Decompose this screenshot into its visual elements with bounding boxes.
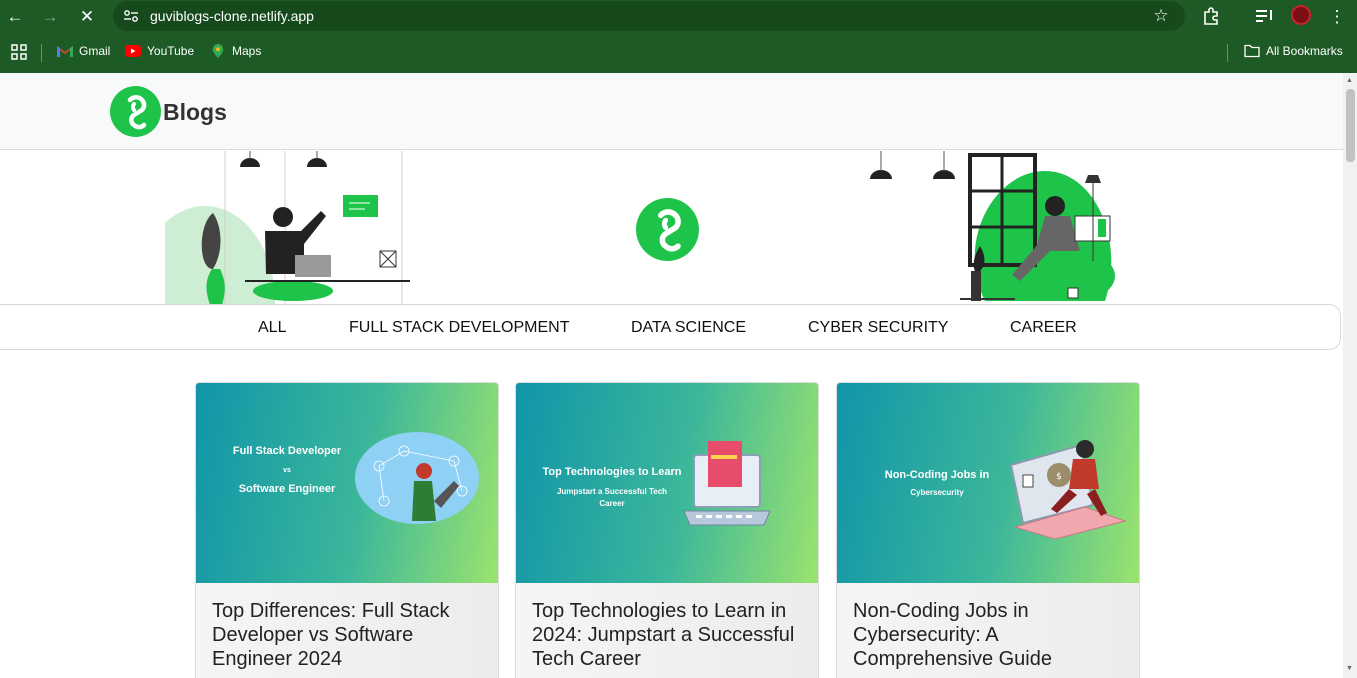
laptop-book-icon <box>683 441 771 526</box>
bookmark-youtube[interactable]: YouTube <box>125 44 194 58</box>
image-subline: Cybersecurity <box>910 488 964 497</box>
nav-item-cyber-security[interactable]: CYBER SECURITY <box>808 319 948 337</box>
reader-illustration <box>870 151 1115 301</box>
extensions-icon[interactable] <box>1201 7 1221 25</box>
blog-card-title[interactable]: Top Differences: Full Stack Developer vs… <box>212 599 492 671</box>
bookmarks-divider <box>1227 44 1228 62</box>
image-subline: vs <box>283 467 291 474</box>
nav-item-career[interactable]: CAREER <box>1010 319 1077 337</box>
site-settings-icon[interactable] <box>121 7 141 25</box>
image-headline: Top Technologies to Learn <box>542 466 682 478</box>
category-nav: ALL FULL STACK DEVELOPMENT DATA SCIENCE … <box>0 304 1341 350</box>
blog-card[interactable]: Full Stack Developer vs Software Enginee… <box>195 382 499 678</box>
bookmark-maps[interactable]: Maps <box>210 44 261 58</box>
apps-grid-icon[interactable] <box>9 43 29 61</box>
guvi-logo-icon[interactable] <box>110 86 161 137</box>
hacker-laptop-icon: $ <box>1009 440 1127 539</box>
folder-icon <box>1244 44 1260 58</box>
nav-item-all[interactable]: ALL <box>258 319 286 337</box>
stop-loading-icon[interactable]: ✕ <box>77 7 97 25</box>
scroll-up-arrow-icon[interactable]: ▲ <box>1346 77 1353 84</box>
youtube-icon <box>125 45 141 57</box>
all-bookmarks-button[interactable]: All Bookmarks <box>1244 44 1343 58</box>
nav-item-full-stack-development[interactable]: FULL STACK DEVELOPMENT <box>349 319 570 337</box>
star-bookmark-icon[interactable]: ☆ <box>1151 6 1171 24</box>
image-headline: Full Stack Developer <box>232 445 342 457</box>
center-logo-icon <box>636 198 699 261</box>
scroll-thumb[interactable] <box>1346 89 1355 162</box>
address-bar[interactable]: guviblogs-clone.netlify.app ☆ <box>113 1 1185 31</box>
forward-arrow-icon[interactable]: → <box>40 7 60 25</box>
page-viewport: Blogs ALL FULL STACK DEVELOPMENT DATA SC… <box>0 73 1343 678</box>
profile-avatar[interactable] <box>1291 5 1311 25</box>
blog-card[interactable]: Top Technologies to Learn Jumpstart a Su… <box>515 382 819 678</box>
image-subline: Career <box>599 499 625 508</box>
all-bookmarks-label: All Bookmarks <box>1266 44 1343 58</box>
bookmark-label: Maps <box>232 44 262 58</box>
blog-card-title[interactable]: Top Technologies to Learn in 2024: Jumps… <box>532 599 812 671</box>
bookmarks-bar: Gmail YouTube Maps All Bookmarks <box>0 33 1357 73</box>
blog-card[interactable]: Non-Coding Jobs in Cybersecurity $ Non-C… <box>836 382 1140 678</box>
blog-card-image[interactable]: Full Stack Developer vs Software Enginee… <box>196 383 498 583</box>
hero-banner <box>0 151 1343 305</box>
bookmarks-divider <box>41 44 42 62</box>
gmail-icon <box>57 46 73 57</box>
svg-text:$: $ <box>1056 472 1062 482</box>
site-header: Blogs <box>0 73 1343 150</box>
blog-card-image[interactable]: Non-Coding Jobs in Cybersecurity $ <box>837 383 1139 583</box>
maps-icon <box>212 44 224 58</box>
blog-card-body: Top Technologies to Learn in 2024: Jumps… <box>516 583 818 678</box>
url-text[interactable]: guviblogs-clone.netlify.app <box>150 8 314 24</box>
page-scrollbar[interactable]: ▲ ▼ <box>1343 73 1357 678</box>
blog-card-body: Top Differences: Full Stack Developer vs… <box>196 583 498 678</box>
image-headline: Non-Coding Jobs in <box>884 469 990 481</box>
blog-card-image[interactable]: Top Technologies to Learn Jumpstart a Su… <box>516 383 818 583</box>
blog-card-title[interactable]: Non-Coding Jobs in Cybersecurity: A Comp… <box>853 599 1133 671</box>
nav-item-data-science[interactable]: DATA SCIENCE <box>631 319 746 337</box>
browser-toolbar: ← → ✕ guviblogs-clone.netlify.app ☆ ⋮ <box>0 0 1357 33</box>
bookmark-gmail[interactable]: Gmail <box>57 44 110 58</box>
image-subline: Jumpstart a Successful Tech <box>556 487 668 496</box>
bookmark-label: Gmail <box>79 44 111 58</box>
logo-text[interactable]: Blogs <box>163 99 227 126</box>
image-headline: Software Engineer <box>238 483 336 495</box>
developer-network-icon <box>355 432 479 524</box>
media-playlist-icon[interactable] <box>1255 7 1275 25</box>
blog-card-body: Non-Coding Jobs in Cybersecurity: A Comp… <box>837 583 1139 678</box>
bookmark-label: YouTube <box>147 44 195 58</box>
developer-illustration <box>165 151 410 305</box>
scroll-down-arrow-icon[interactable]: ▼ <box>1346 665 1353 672</box>
more-menu-icon[interactable]: ⋮ <box>1327 7 1347 25</box>
back-arrow-icon[interactable]: ← <box>5 7 25 25</box>
